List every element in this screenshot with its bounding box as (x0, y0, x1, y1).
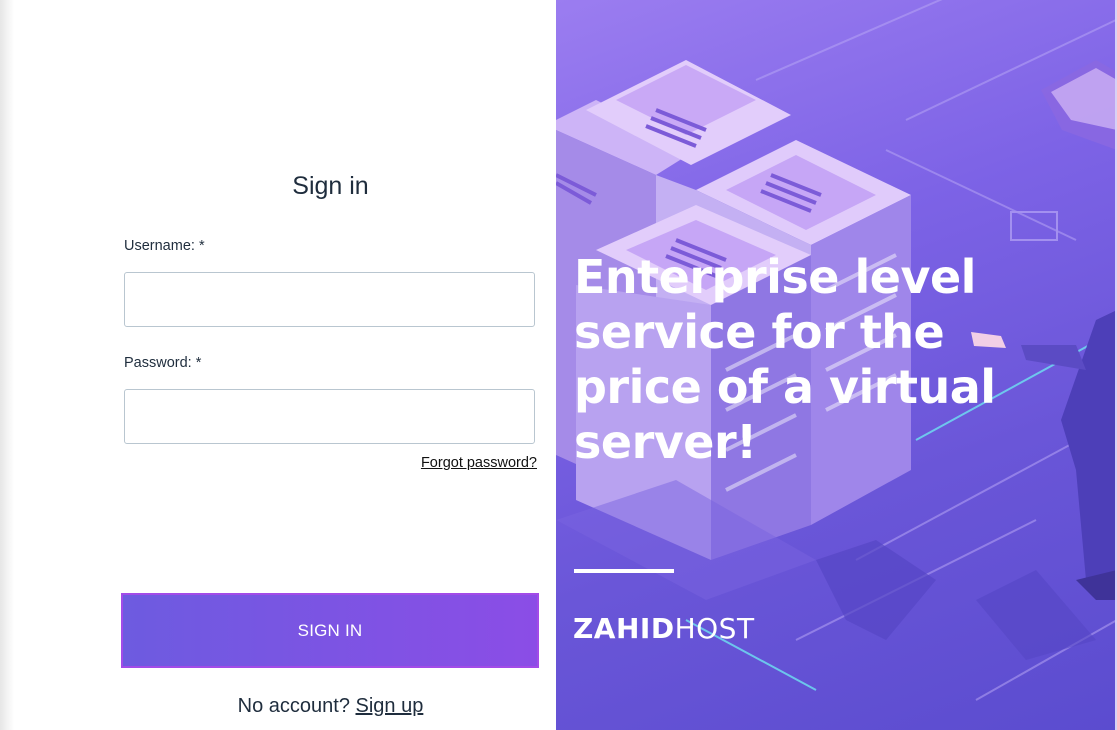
promo-panel: Enterprise level service for the price o… (556, 0, 1117, 730)
headline-line: Enterprise level (574, 250, 976, 304)
no-account-text: No account? (237, 695, 350, 717)
username-label: Username: * (124, 238, 205, 254)
brand-bold: ZAHID (573, 612, 675, 645)
username-input[interactable] (124, 272, 535, 327)
brand-light: HOST (674, 612, 755, 645)
password-label: Password: * (124, 355, 202, 371)
brand-logo: ZAHIDHOST (573, 612, 755, 645)
sign-in-panel: Sign in Username: * Password: * Forgot p… (0, 0, 556, 730)
no-account-line: No account? Sign up (124, 695, 537, 718)
promo-headline: Enterprise level service for the price o… (574, 250, 996, 470)
headline-line: server! (574, 415, 757, 469)
sign-up-link[interactable]: Sign up (356, 695, 424, 717)
page-title: Sign in (292, 172, 369, 200)
forgot-password-link[interactable]: Forgot password? (421, 455, 537, 471)
divider (574, 569, 674, 573)
panel-shadow (0, 0, 14, 730)
sign-in-button[interactable]: SIGN IN (121, 593, 539, 668)
password-input[interactable] (124, 389, 535, 444)
headline-line: service for the (574, 305, 945, 359)
headline-line: price of a virtual (574, 360, 996, 414)
